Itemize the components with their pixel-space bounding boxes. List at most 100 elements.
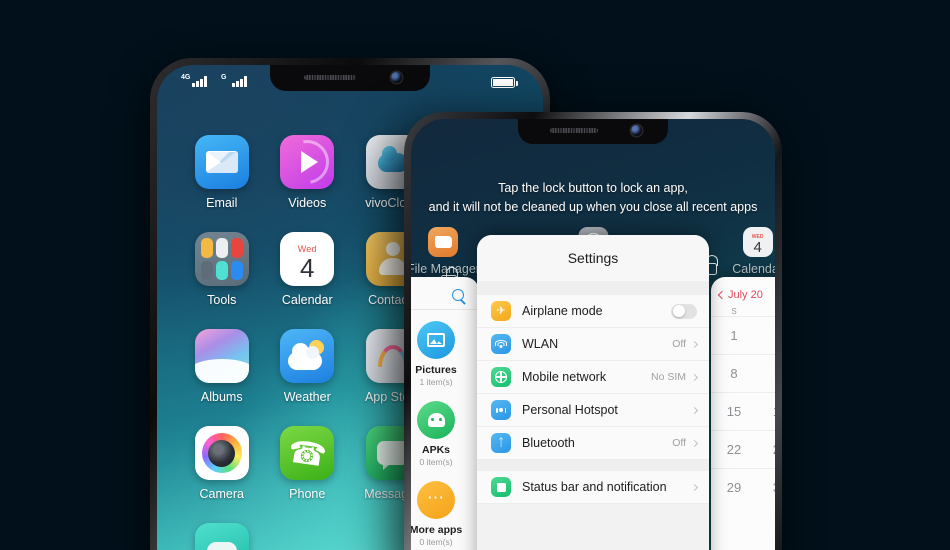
front-camera-icon: [631, 125, 642, 136]
calendar-icon: WED 4: [742, 227, 773, 257]
calendar-header: July 20: [711, 277, 775, 301]
recent-app-calendar[interactable]: WED 4 Calendar: [732, 227, 775, 276]
app-label: Videos: [288, 196, 327, 210]
divider: [411, 309, 479, 310]
battery-full-icon: [491, 77, 518, 88]
airplane-icon: ✈: [491, 301, 511, 321]
settings-row-label: Status bar and notification: [522, 480, 667, 494]
calendar-date-cell[interactable]: 15: [711, 404, 757, 419]
section-gap: [477, 281, 709, 295]
app-icon-email[interactable]: Email: [179, 135, 265, 210]
settings-row-bluetooth[interactable]: ᛏ Bluetooth Off: [477, 427, 709, 460]
calendar-day-of-week: Wed: [297, 243, 317, 254]
signal-network-label: G: [221, 74, 227, 81]
app-icon-videos[interactable]: Videos: [265, 135, 351, 210]
settings-row-label: Personal Hotspot: [522, 403, 618, 417]
front-phone-screen: Tap the lock button to lock an app, and …: [411, 119, 775, 550]
app-icon-albums[interactable]: Albums: [179, 329, 265, 404]
earpiece-speaker-icon: [550, 128, 598, 133]
albums-icon: [194, 329, 249, 383]
app-icon-calendar[interactable]: Wed 4 Calendar: [265, 232, 351, 307]
item-count: 1 item(s): [419, 377, 453, 387]
app-label: Tools: [207, 293, 237, 307]
item-count: 0 item(s): [419, 457, 453, 467]
app-label: Camera: [199, 487, 244, 501]
calendar-week-row: 22 23: [711, 430, 775, 468]
settings-row-airplane-mode[interactable]: ✈ Airplane mode: [477, 295, 709, 328]
calendar-day-headers: S M: [711, 301, 775, 316]
signal-network-label: 4G: [181, 74, 191, 81]
item-name: More apps: [411, 524, 463, 536]
front-camera-icon: [391, 72, 402, 83]
settings-row-mobile-network[interactable]: Mobile network No SIM: [477, 361, 709, 394]
calendar-month-title: July 20: [728, 289, 763, 301]
item-name: APKs: [421, 444, 450, 456]
list-item[interactable]: APKs 0 item(s): [411, 401, 479, 467]
screenshot-stage: 4G G Email Videos vivoCloud Tools Wed 4 …: [0, 0, 950, 550]
settings-row-label: WLAN: [522, 337, 559, 351]
settings-row-status-bar-and-notification[interactable]: Status bar and notification: [477, 471, 709, 504]
app-label: Email: [206, 196, 238, 210]
calendar-date-cell[interactable]: 9: [757, 366, 775, 381]
music-icon: [194, 523, 249, 550]
recents-hint-line-1: Tap the lock button to lock an app,: [498, 181, 688, 195]
front-phone-device: Tap the lock button to lock an app, and …: [404, 112, 782, 550]
list-item[interactable]: ⋯ More apps 0 item(s): [411, 481, 479, 547]
calendar-date-cell[interactable]: 16: [757, 404, 775, 419]
tools-folder-icon: [194, 232, 249, 286]
weather-icon: [280, 329, 335, 383]
app-label: Weather: [283, 390, 331, 404]
recents-hint-text: Tap the lock button to lock an app, and …: [411, 179, 775, 218]
calendar-week-row: 15 16: [711, 392, 775, 430]
calendar-date-cell[interactable]: 22: [711, 442, 757, 457]
settings-row-value: Off: [672, 338, 686, 350]
signal-bars-icon: [232, 76, 247, 87]
recent-card-settings[interactable]: Settings ✈ Airplane mode WLAN Off Mobile…: [477, 235, 709, 550]
chevron-right-icon: [690, 483, 699, 491]
bluetooth-icon: ᛏ: [491, 433, 511, 453]
email-icon: [194, 135, 249, 189]
videos-icon: [280, 135, 335, 189]
app-label: Calendar: [281, 293, 333, 307]
recent-app-label: Calendar: [732, 262, 775, 276]
settings-row-value: No SIM: [650, 371, 686, 383]
app-label: Phone: [289, 487, 326, 501]
search-icon[interactable]: [452, 289, 466, 303]
statusbar-icon: [491, 477, 511, 497]
app-icon-camera[interactable]: Camera: [179, 426, 265, 501]
app-icon-tools[interactable]: Tools: [179, 232, 265, 307]
calendar-date-cell[interactable]: 1: [711, 328, 757, 343]
app-icon-weather[interactable]: Weather: [265, 329, 351, 404]
chevron-left-icon[interactable]: [717, 290, 727, 300]
calendar-date-cell[interactable]: 23: [757, 442, 775, 457]
app-icon-music[interactable]: [179, 523, 265, 550]
recent-card-file-manager[interactable]: Pictures 1 item(s) APKs 0 item(s) ⋯ More…: [411, 277, 479, 550]
wifi-icon: [491, 334, 511, 354]
more-apps-icon: ⋯: [417, 481, 455, 519]
settings-row-label: Airplane mode: [522, 304, 603, 318]
file-manager-item-list: Pictures 1 item(s) APKs 0 item(s) ⋯ More…: [411, 321, 479, 550]
android-apk-icon: [417, 401, 455, 439]
hotspot-icon: [491, 400, 511, 420]
settings-row-label: Mobile network: [522, 370, 607, 384]
calendar-date-cell[interactable]: 29: [711, 480, 757, 495]
calendar-week-row: 29 30: [711, 468, 775, 506]
airplane-mode-toggle[interactable]: [671, 303, 697, 319]
phone-icon: ☎: [280, 426, 335, 480]
calendar-date-cell[interactable]: 8: [711, 366, 757, 381]
day-header: M: [757, 307, 775, 316]
recents-card-stack: Pictures 1 item(s) APKs 0 item(s) ⋯ More…: [411, 235, 775, 550]
front-phone-notch: [518, 119, 668, 144]
calendar-day-number: 4: [753, 238, 762, 256]
file-manager-icon: [428, 227, 459, 257]
calendar-date-cell[interactable]: 30: [757, 480, 775, 495]
settings-row-personal-hotspot[interactable]: Personal Hotspot: [477, 394, 709, 427]
list-item[interactable]: Pictures 1 item(s): [411, 321, 479, 387]
recent-card-calendar[interactable]: July 20 S M 1 2 8 9 15: [711, 277, 775, 550]
calendar-icon: Wed 4: [280, 232, 335, 286]
settings-card-header: Settings: [477, 235, 709, 281]
calendar-date-cell[interactable]: 2: [757, 328, 775, 343]
settings-row-wlan[interactable]: WLAN Off: [477, 328, 709, 361]
item-name: Pictures: [415, 364, 457, 376]
app-icon-phone[interactable]: ☎ Phone: [265, 426, 351, 501]
